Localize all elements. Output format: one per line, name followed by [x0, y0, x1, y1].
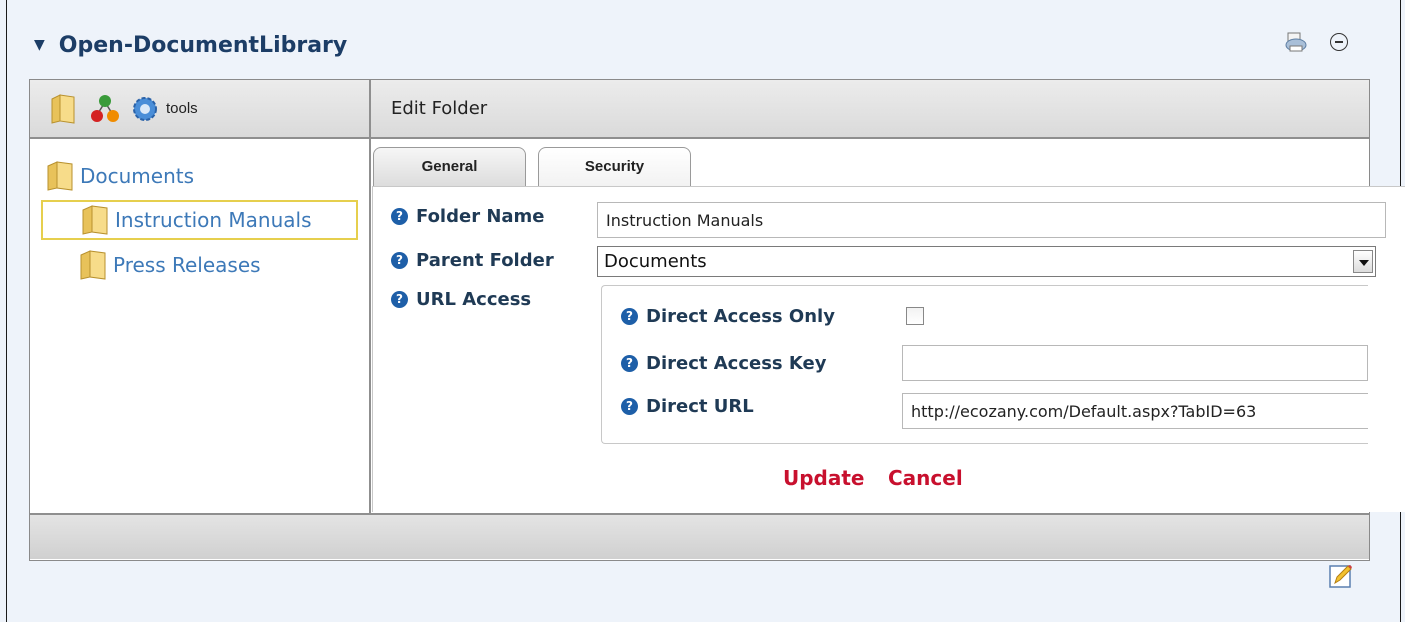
help-icon[interactable]: ?	[621, 355, 638, 372]
tab-bar: General Security	[373, 147, 703, 187]
cancel-link[interactable]: Cancel	[888, 466, 963, 490]
help-icon[interactable]: ?	[391, 208, 408, 225]
collapse-triangle-icon[interactable]: ▼	[34, 37, 45, 53]
parent-folder-select[interactable]: Documents	[597, 246, 1376, 277]
direct-access-only-checkbox[interactable]	[906, 307, 924, 325]
folder-name-label: ? Folder Name	[391, 206, 545, 227]
module-title: Open-DocumentLibrary	[58, 32, 348, 58]
categories-tool-icon[interactable]	[90, 93, 119, 125]
folder-icon	[79, 249, 107, 281]
help-icon[interactable]: ?	[621, 398, 638, 415]
print-icon[interactable]	[1284, 30, 1308, 54]
parent-folder-label: ? Parent Folder	[391, 250, 554, 271]
tree-item-documents[interactable]: Documents	[46, 160, 194, 192]
tree-item-label: Documents	[80, 164, 195, 188]
update-link[interactable]: Update	[783, 466, 865, 490]
url-access-label: ? URL Access	[391, 289, 531, 310]
edit-folder-title: Edit Folder	[391, 98, 488, 119]
tree-item-instruction-manuals[interactable]: Instruction Manuals	[41, 200, 358, 240]
module-actions	[1284, 30, 1348, 54]
direct-access-key-input[interactable]	[902, 345, 1368, 381]
minimize-icon[interactable]	[1330, 33, 1348, 51]
direct-access-only-label: ? Direct Access Only	[621, 306, 835, 327]
help-icon[interactable]: ?	[621, 308, 638, 325]
direct-url-label: ? Direct URL	[621, 396, 754, 417]
tools-label[interactable]: tools	[166, 100, 198, 117]
tab-security[interactable]: Security	[538, 147, 691, 187]
help-icon[interactable]: ?	[391, 291, 408, 308]
folder-tree: Documents Instruction Manuals Press Rele…	[30, 139, 371, 513]
folder-name-input[interactable]	[597, 202, 1386, 238]
parent-folder-selected-value: Documents	[604, 251, 707, 272]
module-header: ▼ Open-DocumentLibrary	[34, 28, 347, 62]
tree-item-label: Press Releases	[113, 253, 261, 277]
module-footer	[30, 513, 1369, 559]
edit-folder-header: Edit Folder	[371, 80, 1369, 139]
tree-item-press-releases[interactable]: Press Releases	[79, 249, 261, 281]
gear-icon[interactable]	[130, 93, 157, 125]
module-container: tools Edit Folder Documents Instruction …	[29, 79, 1405, 561]
chevron-down-icon[interactable]	[1353, 250, 1373, 273]
tree-item-label: Instruction Manuals	[115, 208, 312, 232]
direct-url-input[interactable]	[902, 393, 1368, 429]
edit-pencil-icon[interactable]	[1329, 563, 1353, 589]
folder-tool-icon[interactable]	[50, 93, 76, 125]
help-icon[interactable]: ?	[391, 252, 408, 269]
direct-access-key-label: ? Direct Access Key	[621, 353, 826, 374]
folder-icon	[81, 204, 109, 236]
folder-icon	[46, 160, 74, 192]
tree-toolbar: tools	[30, 80, 371, 139]
tab-general[interactable]: General	[373, 147, 526, 187]
